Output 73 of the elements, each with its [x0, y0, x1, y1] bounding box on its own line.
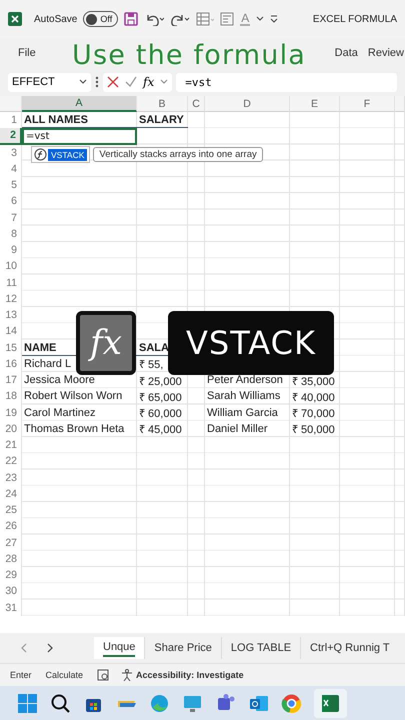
- table-icon[interactable]: [196, 12, 214, 26]
- autosave-label: AutoSave: [34, 14, 78, 24]
- cell-text: ₹ 60,000: [138, 407, 183, 421]
- cell-text: SALARY: [138, 113, 185, 128]
- redo-icon[interactable]: [170, 12, 190, 26]
- formula-field[interactable]: =vst: [176, 72, 397, 92]
- app-icon[interactable]: [8, 12, 22, 26]
- sheet-tab[interactable]: Unque: [94, 637, 144, 659]
- caret-icon[interactable]: [79, 79, 87, 85]
- cell-text: Thomas Brown Heta: [23, 422, 126, 437]
- form-icon[interactable]: [220, 12, 234, 26]
- macro-icon[interactable]: [97, 669, 110, 681]
- more-icon[interactable]: [95, 76, 99, 88]
- insert-function-button[interactable]: fx: [143, 75, 154, 89]
- sheet-tab[interactable]: LOG TABLE: [220, 637, 300, 659]
- cell-text: Daniel Miller: [206, 422, 269, 437]
- cell-text: SALA: [138, 340, 170, 356]
- cell-text: ₹ 65,000: [138, 390, 183, 404]
- ribbon-tab[interactable]: Data: [334, 47, 358, 59]
- column-header[interactable]: D: [205, 96, 290, 112]
- function-icon: [34, 148, 47, 161]
- cell-text: NAME: [23, 340, 58, 356]
- accessibility-status[interactable]: Accessibility: Investigate: [136, 670, 244, 680]
- row-header[interactable]: 2: [0, 128, 22, 144]
- sheet-tab[interactable]: Ctrl+Q Runnig T: [300, 637, 399, 659]
- cell-text: ₹ 45,000: [138, 423, 183, 437]
- search-icon[interactable]: [50, 692, 71, 714]
- check-icon[interactable]: [125, 76, 137, 88]
- column-header[interactable]: F: [340, 96, 395, 112]
- cell-text: ₹ 40,000: [291, 390, 336, 404]
- sheet-tab[interactable]: Share Price: [144, 637, 221, 659]
- cell-text: William Garcia: [206, 406, 279, 421]
- cell-text: Sarah Williams: [206, 389, 282, 404]
- cell-text: ₹ 35,000: [291, 374, 336, 388]
- chrome-icon[interactable]: [281, 692, 302, 714]
- column-header[interactable]: E: [290, 96, 340, 112]
- column-header[interactable]: B: [137, 96, 188, 112]
- cell-text: Peter Anderson: [206, 373, 284, 388]
- spreadsheet-icon[interactable]: [320, 692, 341, 714]
- start-icon[interactable]: [17, 692, 38, 714]
- status-text: Calculate: [46, 670, 84, 680]
- column-header[interactable]: A: [22, 96, 137, 112]
- cell-text: Robert Wilson Worn: [23, 389, 124, 404]
- autosave-toggle[interactable]: Off: [83, 11, 118, 27]
- cell-text: ₹ 70,000: [291, 407, 336, 421]
- video-caption: Use the formula: [72, 41, 306, 71]
- save-icon[interactable]: [124, 12, 138, 26]
- row-header[interactable]: 3: [0, 144, 22, 161]
- caret-icon[interactable]: [256, 16, 264, 22]
- cell-editor[interactable]: =vst: [22, 128, 137, 144]
- previous-sheet-icon[interactable]: [20, 643, 28, 653]
- cell-text: ALL NAMES: [23, 113, 89, 128]
- status-text: Enter: [10, 670, 32, 680]
- cell-text: ₹ 55,: [138, 358, 164, 372]
- name-box[interactable]: EFFECT: [8, 72, 91, 92]
- cancel-icon[interactable]: [107, 76, 119, 88]
- function-name-tile: VSTACK: [168, 311, 334, 375]
- autocomplete-item[interactable]: VSTACK: [31, 146, 90, 163]
- ribbon-tab[interactable]: File: [18, 47, 36, 59]
- column-header[interactable]: C: [188, 96, 205, 112]
- next-sheet-icon[interactable]: [46, 643, 54, 653]
- tooltip: Vertically stacks arrays into one array: [93, 147, 263, 162]
- cell-text: Carol Martinez: [23, 406, 97, 421]
- cell-text: Richard L: [23, 356, 72, 372]
- customize-icon[interactable]: [270, 15, 278, 23]
- document-title: EXCEL FORMULA: [312, 14, 397, 24]
- cell-text: Jessica Moore: [23, 373, 96, 388]
- ribbon-tab[interactable]: Review: [368, 47, 404, 59]
- cell-text: ₹ 25,000: [138, 374, 183, 388]
- function-symbol-tile: fx: [76, 311, 136, 375]
- cell-text: ₹ 50,000: [291, 423, 336, 437]
- font-color-button[interactable]: A: [240, 12, 250, 26]
- accessibility-icon: [121, 669, 134, 681]
